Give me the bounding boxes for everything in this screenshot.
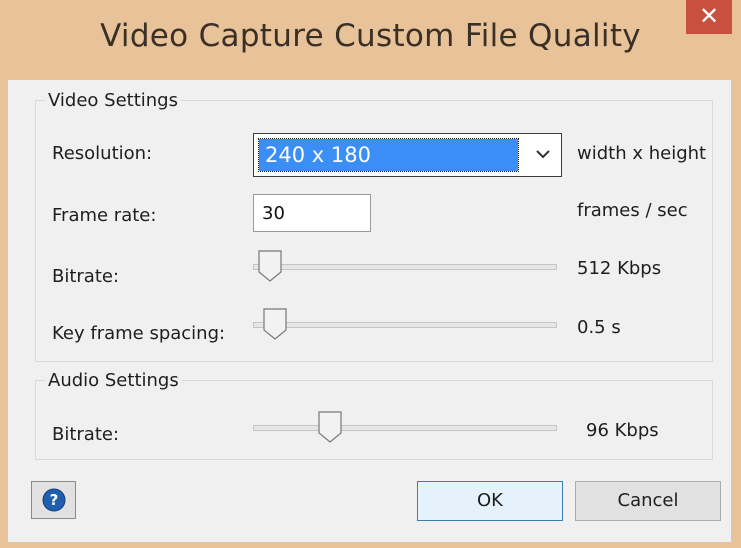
resolution-selected-value: 240 x 180: [258, 138, 519, 172]
title-bar[interactable]: Video Capture Custom File Quality ✕: [0, 0, 741, 80]
audio-bitrate-slider-thumb[interactable]: [317, 411, 343, 443]
keyframe-slider-track[interactable]: [253, 322, 557, 328]
video-bitrate-slider-track[interactable]: [253, 264, 557, 270]
audio-settings-legend: Audio Settings: [45, 370, 182, 391]
audio-bitrate-value: 96 Kbps: [586, 420, 659, 441]
video-bitrate-value: 512 Kbps: [577, 258, 662, 279]
dialog-body: Video Settings Resolution: 240 x 180 wid…: [8, 80, 731, 542]
svg-text:?: ?: [50, 491, 59, 509]
framerate-input[interactable]: 30: [253, 194, 371, 232]
audio-bitrate-slider-track[interactable]: [253, 425, 557, 431]
help-button[interactable]: ?: [31, 481, 76, 519]
dialog-window: Video Capture Custom File Quality ✕ Vide…: [0, 0, 741, 548]
ok-button[interactable]: OK: [417, 481, 563, 521]
resolution-label: Resolution:: [52, 143, 153, 164]
close-button[interactable]: ✕: [686, 0, 732, 34]
framerate-label: Frame rate:: [52, 205, 157, 226]
video-bitrate-slider-thumb[interactable]: [257, 250, 283, 282]
resolution-hint: width x height: [577, 143, 707, 164]
keyframe-slider-thumb[interactable]: [262, 308, 288, 340]
keyframe-label: Key frame spacing:: [52, 323, 226, 344]
resolution-select[interactable]: 240 x 180: [253, 133, 562, 177]
window-title: Video Capture Custom File Quality: [100, 18, 641, 54]
cancel-button[interactable]: Cancel: [575, 481, 721, 521]
audio-bitrate-label: Bitrate:: [52, 424, 120, 445]
chevron-down-icon: [536, 150, 550, 159]
video-settings-legend: Video Settings: [45, 90, 181, 111]
question-circle-icon: ?: [42, 488, 66, 512]
keyframe-value: 0.5 s: [577, 317, 621, 338]
video-bitrate-label: Bitrate:: [52, 266, 120, 287]
framerate-unit: frames / sec: [577, 200, 688, 221]
